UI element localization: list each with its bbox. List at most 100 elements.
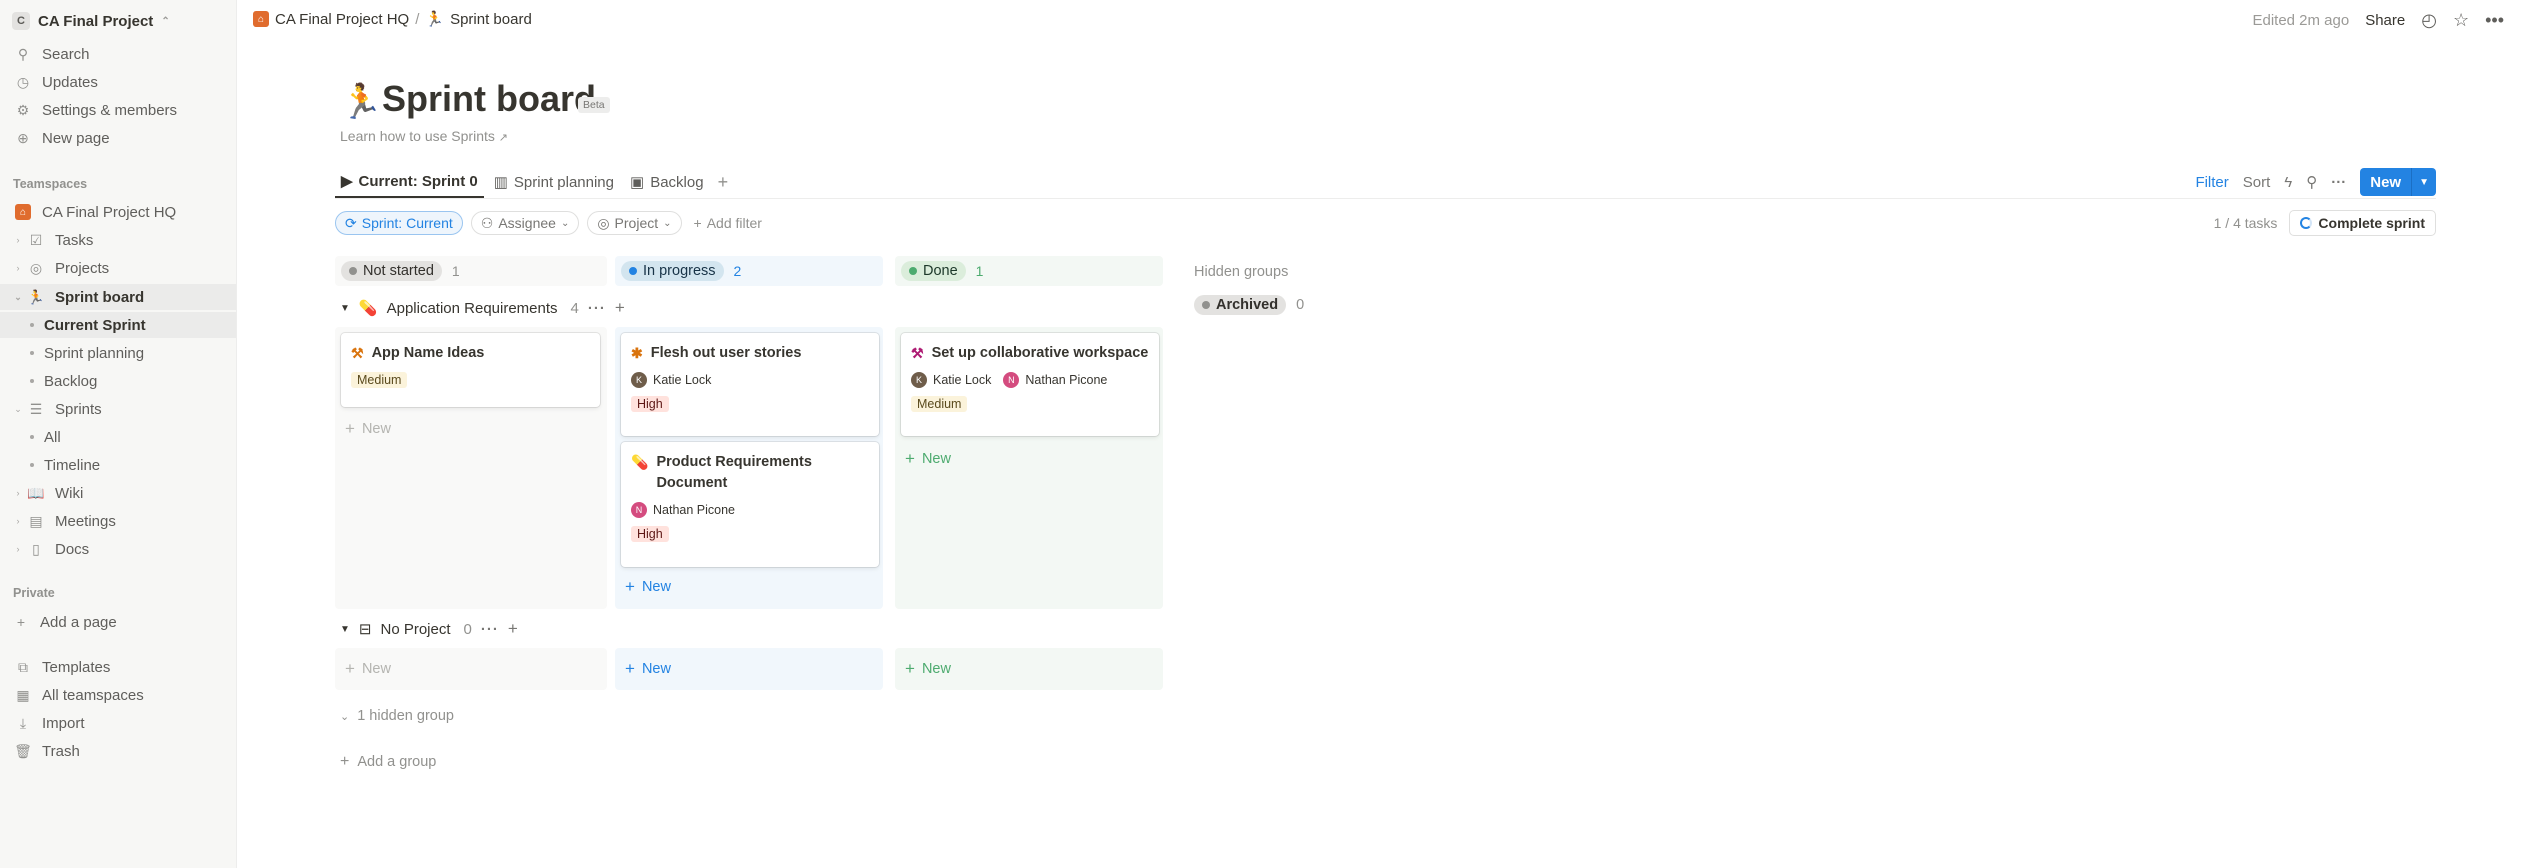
sidebar-item-label: Backlog (44, 372, 98, 390)
hammer-icon: ⚒ (351, 345, 364, 361)
sidebar-item-updates[interactable]: ◷ Updates (0, 69, 236, 95)
hidden-group-archived[interactable]: Archived 0 (1194, 295, 1304, 315)
tab-backlog[interactable]: ▣ Backlog (624, 166, 710, 198)
complete-sprint-button[interactable]: Complete sprint (2289, 210, 2436, 236)
add-view-plus-icon[interactable]: + (714, 172, 729, 193)
history-icon[interactable]: ◴ (2421, 10, 2437, 31)
sidebar-item-teamspace[interactable]: ⌂ CA Final Project HQ (0, 199, 236, 225)
page-title[interactable]: Sprint board (382, 78, 596, 120)
sidebar-item-all-teamspaces[interactable]: ▦ All teamspaces (0, 682, 236, 708)
beta-badge: Beta (578, 97, 610, 113)
sidebar-item-sprints[interactable]: ⌄ ☰ Sprints (0, 396, 236, 422)
workspace-switcher[interactable]: C CA Final Project ⌃ (12, 10, 170, 32)
sidebar-item-trash[interactable]: 🗑 Trash (0, 738, 236, 764)
sidebar-item-sprint-board[interactable]: ⌄ 🏃 Sprint board (0, 284, 236, 310)
automation-lightning-icon[interactable]: ϟ (2284, 174, 2292, 191)
chevron-down-icon[interactable]: ⌄ (12, 292, 24, 303)
task-card[interactable]: ⚒ Set up collaborative workspace K Katie… (901, 333, 1159, 436)
new-label: New (361, 661, 391, 677)
tab-current-sprint[interactable]: ▶ Current: Sprint 0 (335, 166, 484, 198)
runner-icon: 🏃 (425, 11, 445, 28)
group-header-application-requirements[interactable]: ▼ 💊 Application Requirements 4 ··· + (340, 298, 625, 318)
sidebar-item-templates[interactable]: ⧉ Templates (0, 654, 236, 680)
sidebar-item-wiki[interactable]: › 📖 Wiki (0, 480, 236, 506)
group-add-icon[interactable]: + (508, 619, 518, 639)
sidebar-item-all[interactable]: All (0, 424, 236, 450)
bullet-icon (30, 351, 34, 355)
chevron-down-icon[interactable]: ▼ (2411, 168, 2436, 196)
filter-button[interactable]: Filter (2195, 174, 2228, 191)
sidebar-item-label: Docs (55, 540, 90, 558)
more-options-icon[interactable]: ··· (2331, 174, 2346, 191)
collapse-triangle-icon[interactable]: ▼ (340, 624, 350, 635)
new-card-button[interactable]: + New (625, 577, 671, 597)
task-card[interactable]: ⚒ App Name Ideas Medium (341, 333, 600, 407)
star-icon[interactable]: ☆ (2453, 10, 2469, 31)
column-header-done[interactable]: Done 1 (895, 256, 1163, 286)
plus-icon: + (345, 659, 355, 678)
import-icon: ⤓ (19, 714, 27, 731)
sidebar-item-label: Settings & members (42, 101, 178, 119)
new-card-button[interactable]: + New (905, 659, 951, 679)
new-button-label[interactable]: New (2360, 168, 2412, 196)
chevron-down-icon[interactable]: ⌄ (12, 404, 24, 415)
filter-chip-assignee[interactable]: ⚇ Assignee ⌄ (470, 211, 580, 235)
workspace-avatar: C (12, 12, 30, 30)
collapse-triangle-icon[interactable]: ▼ (340, 303, 350, 314)
chevron-right-icon[interactable]: › (12, 516, 24, 526)
add-filter-button[interactable]: + Add filter (690, 215, 762, 231)
chevron-right-icon[interactable]: › (12, 488, 24, 498)
group-count: 0 (463, 620, 472, 638)
sidebar-item-backlog[interactable]: Backlog (0, 368, 236, 394)
new-card-button[interactable]: + New (905, 449, 951, 469)
sidebar-item-timeline[interactable]: Timeline (0, 452, 236, 478)
group-add-icon[interactable]: + (615, 298, 625, 318)
sidebar-item-settings[interactable]: ⚙ Settings & members (0, 97, 236, 123)
sidebar-item-new-page[interactable]: ⊕ New page (0, 125, 236, 151)
new-card-button[interactable]: + New (345, 659, 391, 679)
home-icon: ⌂ (13, 202, 33, 222)
sidebar-add-page[interactable]: + Add a page (0, 609, 236, 635)
complete-sprint-label: Complete sprint (2318, 215, 2425, 231)
sidebar-item-label: New page (42, 129, 110, 147)
page-runner-icon[interactable]: 🏃 (340, 82, 382, 122)
sidebar-item-tasks[interactable]: › ☑ Tasks (0, 227, 236, 253)
chevron-right-icon[interactable]: › (12, 235, 24, 245)
sidebar-item-meetings[interactable]: › ▤ Meetings (0, 508, 236, 534)
task-card[interactable]: 💊 Product Requirements Document N Nathan… (621, 442, 879, 567)
chevron-right-icon[interactable]: › (12, 263, 24, 273)
new-button[interactable]: New ▼ (2360, 168, 2436, 196)
sidebar-item-search[interactable]: ⚲ Search (0, 41, 236, 67)
more-icon[interactable]: ••• (2485, 10, 2504, 31)
hidden-group-toggle[interactable]: ⌄ 1 hidden group (340, 708, 454, 724)
new-card-button[interactable]: + New (625, 659, 671, 679)
new-card-button[interactable]: + New (345, 419, 391, 439)
gear-icon: ⚙ (16, 101, 30, 118)
tab-sprint-planning[interactable]: ▥ Sprint planning (488, 166, 620, 198)
sidebar-item-sprint-planning[interactable]: Sprint planning (0, 340, 236, 366)
filter-chip-project[interactable]: ◎ Project ⌄ (587, 211, 682, 235)
sidebar-item-import[interactable]: ⤓ Import (0, 710, 236, 736)
share-button[interactable]: Share (2365, 12, 2405, 29)
tab-label: Current: Sprint 0 (358, 172, 478, 190)
sidebar-item-current-sprint[interactable]: Current Sprint (0, 312, 236, 338)
group-more-icon[interactable]: ··· (481, 621, 499, 638)
sidebar-item-projects[interactable]: › ◎ Projects (0, 255, 236, 281)
sidebar-item-docs[interactable]: › ▯ Docs (0, 536, 236, 562)
task-card[interactable]: ✱ Flesh out user stories K Katie Lock Hi… (621, 333, 879, 436)
chevron-down-icon: ⌄ (663, 217, 672, 229)
group-header-no-project[interactable]: ▼ ⊟ No Project 0 ··· + (340, 619, 518, 639)
group-more-icon[interactable]: ··· (588, 300, 606, 317)
search-icon[interactable]: ⚲ (2306, 173, 2317, 191)
breadcrumb-teamspace[interactable]: CA Final Project HQ (275, 11, 409, 28)
add-group-button[interactable]: + Add a group (340, 753, 436, 771)
filter-chip-sprint[interactable]: ⟳ Sprint: Current (335, 211, 463, 235)
column-header-not-started[interactable]: Not started 1 (335, 256, 607, 286)
plus-icon: + (625, 577, 635, 596)
pill-icon: 💊 (358, 300, 378, 317)
breadcrumb-page[interactable]: Sprint board (450, 11, 532, 28)
sort-button[interactable]: Sort (2243, 174, 2271, 191)
learn-link[interactable]: Learn how to use Sprints ↗ (340, 128, 508, 144)
chevron-right-icon[interactable]: › (12, 544, 24, 554)
column-header-in-progress[interactable]: In progress 2 (615, 256, 883, 286)
